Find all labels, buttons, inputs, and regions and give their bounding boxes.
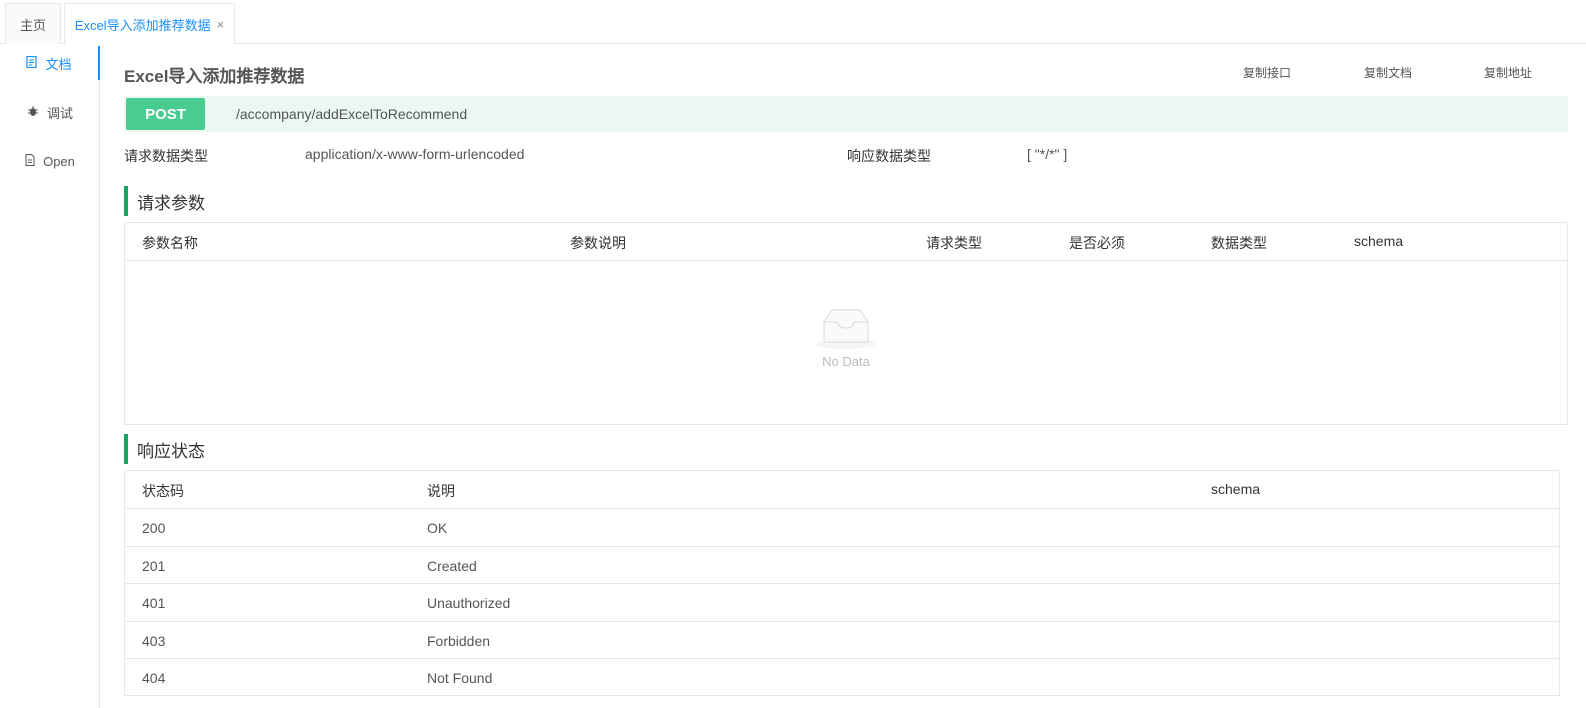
column-header: 是否必须	[1069, 235, 1125, 251]
sidebar: 文档 调试 Open	[0, 45, 100, 708]
tab-excel-import-label: Excel导入添加推荐数据	[74, 18, 211, 33]
column-header: 状态码	[142, 483, 184, 499]
sidebar-item-label: 文档	[45, 56, 72, 72]
table-row: 401 Unauthorized	[125, 583, 1559, 621]
copy-doc-button[interactable]: 复制文档	[1364, 64, 1412, 81]
empty-state: No Data	[125, 308, 1567, 369]
response-type-value: [ "*/*" ]	[1027, 146, 1068, 162]
status-code: 403	[142, 632, 166, 649]
endpoint-bar: POST /accompany/addExcelToRecommend	[124, 96, 1568, 132]
column-header: schema	[1354, 233, 1404, 249]
response-type-label: 响应数据类型	[847, 148, 931, 164]
status-desc: Unauthorized	[427, 595, 511, 611]
status-code: 201	[142, 557, 166, 574]
page-title: Excel导入添加推荐数据	[124, 67, 305, 86]
tab-home[interactable]: 主页	[5, 3, 61, 44]
request-params-heading: 请求参数	[124, 186, 205, 216]
table-row: 201 Created	[125, 545, 1559, 584]
sidebar-item-label: 调试	[46, 105, 73, 121]
empty-text: No Data	[822, 354, 870, 369]
sidebar-item-open[interactable]: Open	[0, 144, 100, 178]
table-row: 404 Not Found	[125, 658, 1559, 696]
column-header: 数据类型	[1211, 235, 1267, 251]
column-header: 说明	[427, 483, 455, 499]
column-header: 请求类型	[926, 235, 982, 251]
column-header: schema	[1211, 481, 1261, 497]
table-row: 403 Forbidden	[125, 620, 1559, 659]
tab-bar: 主页 Excel导入添加推荐数据 ×	[0, 0, 1586, 45]
divider	[125, 260, 1567, 261]
table-row: 200 OK	[125, 508, 1559, 546]
file-icon	[25, 153, 35, 169]
status-code: 404	[142, 670, 166, 686]
status-desc: Not Found	[427, 670, 493, 686]
column-header: 参数说明	[570, 235, 626, 251]
status-desc: Forbidden	[427, 632, 491, 649]
method-badge: POST	[126, 98, 205, 130]
empty-inbox-icon	[816, 309, 876, 349]
response-status-heading: 响应状态	[124, 434, 205, 464]
sidebar-item-doc[interactable]: 文档	[0, 46, 100, 80]
close-icon[interactable]: ×	[217, 17, 225, 32]
response-status-table: 状态码 说明 schema 200 OK 201 Created 401 Una…	[124, 470, 1560, 696]
bug-icon	[27, 105, 39, 120]
tab-home-label: 主页	[19, 17, 46, 33]
request-type-value: application/x-www-form-urlencoded	[305, 146, 525, 162]
request-type-label: 请求数据类型	[124, 148, 208, 164]
status-code: 401	[142, 595, 166, 611]
endpoint-path: /accompany/addExcelToRecommend	[236, 106, 468, 122]
status-desc: Created	[427, 557, 477, 574]
column-header: 参数名称	[142, 235, 198, 251]
status-desc: OK	[427, 520, 448, 536]
status-code: 200	[142, 520, 166, 536]
copy-interface-button[interactable]: 复制接口	[1243, 64, 1291, 81]
document-icon	[26, 55, 38, 71]
tab-excel-import[interactable]: Excel导入添加推荐数据 ×	[64, 3, 235, 45]
sidebar-item-label: Open	[43, 153, 75, 169]
sidebar-item-debug[interactable]: 调试	[0, 95, 100, 129]
copy-address-button[interactable]: 复制地址	[1484, 64, 1532, 81]
request-params-table: 参数名称 参数说明 请求类型 是否必须 数据类型 schema No Data	[124, 222, 1568, 425]
